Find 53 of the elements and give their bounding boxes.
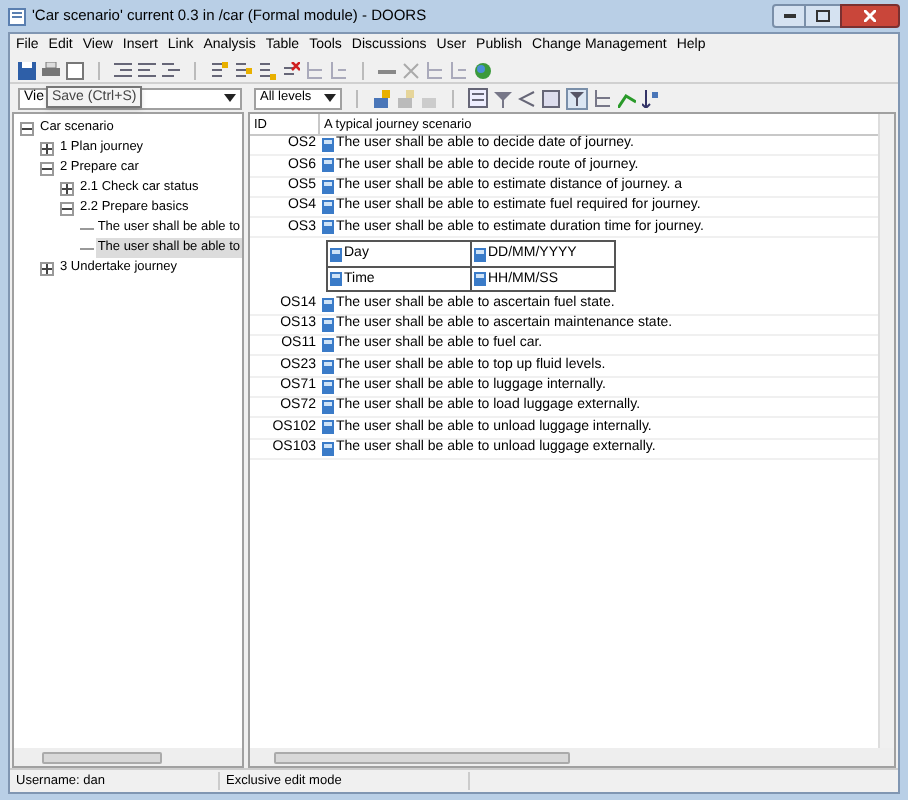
indent-icon[interactable]	[162, 62, 180, 78]
object-icon	[322, 379, 334, 394]
table-icon[interactable]	[542, 89, 560, 107]
globe-icon[interactable]	[474, 61, 492, 79]
horizontal-scrollbar[interactable]	[250, 748, 894, 766]
filter-icon[interactable]	[566, 87, 588, 109]
minimize-icon	[783, 14, 795, 18]
minimize-button[interactable]	[772, 4, 806, 28]
chart-icon[interactable]	[618, 89, 636, 107]
expand-toggle[interactable]	[40, 261, 54, 275]
object-icon	[322, 359, 334, 374]
object-icon	[330, 272, 342, 287]
outline-icon[interactable]	[468, 88, 488, 108]
document-icon[interactable]	[66, 61, 84, 79]
insert-object-icon[interactable]	[210, 61, 228, 79]
indent-icon[interactable]	[138, 62, 156, 78]
collapse-toggle[interactable]	[60, 201, 74, 215]
filter-icon[interactable]	[494, 89, 512, 107]
object-icon	[322, 158, 334, 173]
object-icon	[322, 420, 334, 435]
object-icon	[322, 441, 334, 456]
expand-toggle[interactable]	[60, 181, 74, 195]
object-icon	[322, 338, 334, 353]
object-icon	[474, 247, 486, 262]
object-icon	[322, 297, 334, 312]
app-icon	[8, 7, 26, 25]
expand-toggle[interactable]	[40, 141, 54, 155]
object-icon	[322, 220, 334, 235]
maximize-icon	[816, 10, 830, 22]
printer-icon[interactable]	[42, 61, 60, 79]
sort-icon[interactable]	[642, 89, 660, 107]
object-icon	[322, 200, 334, 215]
close-icon	[864, 10, 876, 22]
horizontal-scrollbar[interactable]	[14, 748, 242, 766]
object-icon	[474, 272, 486, 287]
vertical-scrollbar[interactable]	[878, 114, 894, 748]
object-icon	[322, 138, 334, 153]
object-icon	[322, 400, 334, 415]
dropdown-arrow-icon	[324, 94, 336, 102]
save-icon[interactable]	[18, 61, 36, 79]
collapse-toggle[interactable]	[40, 161, 54, 175]
dropdown-arrow-icon	[224, 94, 236, 102]
collapse-toggle[interactable]	[20, 121, 34, 135]
delete-icon[interactable]	[282, 61, 300, 79]
indent-icon[interactable]	[114, 62, 132, 78]
close-button[interactable]	[840, 4, 900, 28]
object-icon	[322, 317, 334, 332]
object-icon	[330, 247, 342, 262]
object-icon	[322, 179, 334, 194]
insert-object-icon[interactable]	[258, 61, 276, 79]
tree-icon[interactable]	[594, 89, 612, 107]
maximize-button[interactable]	[806, 4, 840, 28]
insert-object-icon[interactable]	[234, 61, 252, 79]
